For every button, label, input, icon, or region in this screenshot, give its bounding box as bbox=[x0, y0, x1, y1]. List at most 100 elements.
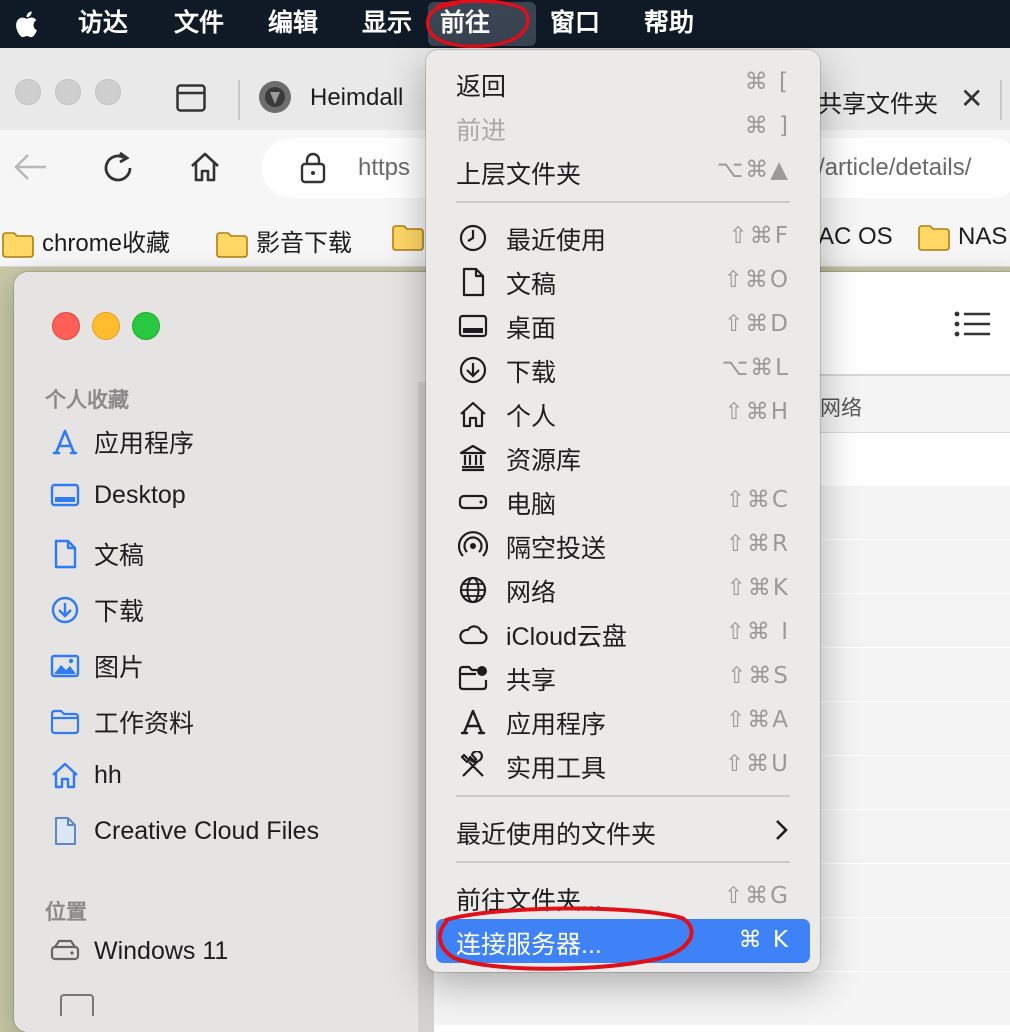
menu-item-shared[interactable]: 共享 ⇧⌘S bbox=[426, 655, 820, 699]
menu-file[interactable]: 文件 bbox=[162, 0, 236, 48]
shared-folder-icon bbox=[458, 665, 488, 691]
menu-item-shortcut: ⇧⌘H bbox=[724, 399, 790, 425]
menu-edit[interactable]: 编辑 bbox=[256, 0, 330, 48]
cloud-icon bbox=[459, 625, 488, 645]
zoom-button[interactable] bbox=[132, 312, 160, 340]
tab-divider bbox=[238, 80, 240, 120]
menu-item-label: 资源库 bbox=[506, 447, 582, 475]
menu-item-recent-folders[interactable]: 最近使用的文件夹 bbox=[426, 809, 820, 853]
menu-item-shortcut: ⌘ ] bbox=[744, 113, 790, 139]
sidebar-item-label: Desktop bbox=[94, 480, 186, 509]
tools-icon bbox=[460, 751, 484, 777]
menu-item-icloud[interactable]: iCloud云盘 ⇧⌘ I bbox=[426, 611, 820, 655]
sidebar-item-desktop[interactable]: Desktop bbox=[50, 480, 186, 516]
document-icon bbox=[462, 267, 485, 297]
menu-item-network[interactable]: 网络 ⇧⌘K bbox=[426, 567, 820, 611]
menu-item-utilities[interactable]: 实用工具 ⇧⌘U bbox=[426, 743, 820, 787]
home-icon[interactable] bbox=[188, 150, 222, 184]
bookmark-macos[interactable]: AC OS bbox=[818, 223, 893, 253]
menu-finder[interactable]: 访达 bbox=[66, 0, 140, 48]
column-header-label: 网络 bbox=[820, 397, 862, 420]
menu-item-enclosing-folder[interactable]: 上层文件夹 ⌥⌘▲ bbox=[426, 149, 820, 193]
menu-item-label: 应用程序 bbox=[506, 711, 607, 739]
sidebar-toggle-icon[interactable] bbox=[176, 84, 206, 112]
bookmark-label: AC OS bbox=[818, 223, 893, 250]
annotation-circle-go bbox=[425, 0, 530, 49]
tab-title[interactable]: Heimdall bbox=[310, 84, 403, 112]
document-icon bbox=[54, 539, 77, 569]
menu-item-label: 桌面 bbox=[506, 315, 557, 343]
menu-item-label: 实用工具 bbox=[506, 755, 607, 783]
menu-item-label: 电脑 bbox=[506, 491, 557, 519]
clock-icon bbox=[459, 224, 487, 252]
menu-separator bbox=[456, 861, 790, 863]
menu-item-shortcut: ⌥⌘▲ bbox=[716, 157, 790, 183]
browser-minimize-button[interactable] bbox=[55, 79, 81, 105]
menu-item-desktop[interactable]: 桌面 ⇧⌘D bbox=[426, 303, 820, 347]
minimize-button[interactable] bbox=[92, 312, 120, 340]
menu-item-label: iCloud云盘 bbox=[506, 623, 627, 651]
apple-logo-icon[interactable] bbox=[10, 6, 44, 42]
menu-item-recents[interactable]: 最近使用 ⇧⌘F bbox=[426, 215, 820, 259]
menu-bar: 访达 文件 编辑 显示 前往 窗口 帮助 bbox=[0, 0, 1010, 49]
menu-item-shortcut: ⌘ [ bbox=[744, 69, 790, 95]
menu-item-downloads[interactable]: 下载 ⌥⌘L bbox=[426, 347, 820, 391]
menu-item-home[interactable]: 个人 ⇧⌘H bbox=[426, 391, 820, 435]
sidebar-item-creative-cloud[interactable]: Creative Cloud Files bbox=[50, 816, 319, 852]
bookmark-nas[interactable]: NAS bbox=[918, 223, 1007, 253]
sidebar-item-windows11[interactable]: Windows 11 bbox=[50, 936, 228, 972]
menu-item-label: 隔空投送 bbox=[506, 535, 607, 563]
sidebar-item-documents[interactable]: 文稿 bbox=[50, 536, 144, 572]
tab-close-icon[interactable]: ✕ bbox=[960, 82, 983, 115]
folder-icon bbox=[918, 224, 950, 251]
menu-item-applications[interactable]: 应用程序 ⇧⌘A bbox=[426, 699, 820, 743]
list-view-icon[interactable] bbox=[954, 310, 992, 338]
menu-window[interactable]: 窗口 bbox=[538, 0, 612, 48]
download-icon bbox=[459, 356, 487, 384]
sidebar-item-applications[interactable]: 应用程序 bbox=[50, 424, 194, 460]
browser-zoom-button[interactable] bbox=[95, 79, 121, 105]
sidebar-item-work-files[interactable]: 工作资料 bbox=[50, 704, 194, 740]
menu-item-airdrop[interactable]: 隔空投送 ⇧⌘R bbox=[426, 523, 820, 567]
url-text-left: https bbox=[358, 154, 411, 181]
bookmark-media[interactable]: 影音下载 bbox=[216, 223, 352, 258]
menu-item-shortcut: ⇧⌘ I bbox=[725, 619, 790, 645]
locations-section-title: 位置 bbox=[45, 901, 87, 924]
sidebar-item-downloads[interactable]: 下载 bbox=[50, 592, 144, 628]
menu-item-shortcut: ⌘ K bbox=[738, 927, 790, 953]
menu-item-shortcut: ⇧⌘S bbox=[727, 663, 790, 689]
menu-item-label: 最近使用的文件夹 bbox=[456, 821, 657, 849]
back-arrow-icon[interactable] bbox=[12, 152, 48, 182]
menu-item-library[interactable]: 资源库 bbox=[426, 435, 820, 479]
home-icon bbox=[52, 763, 78, 789]
sidebar-item-label: 应用程序 bbox=[94, 430, 195, 458]
browser-close-button[interactable] bbox=[15, 79, 41, 105]
sidebar-item-label: Creative Cloud Files bbox=[94, 816, 320, 845]
close-button[interactable] bbox=[52, 312, 80, 340]
sidebar-item-home[interactable]: hh bbox=[50, 760, 122, 796]
reload-icon[interactable] bbox=[100, 150, 136, 186]
folder-icon bbox=[216, 231, 248, 258]
bookmark-label: 影音下载 bbox=[256, 230, 352, 257]
apps-icon bbox=[52, 429, 78, 455]
menu-help[interactable]: 帮助 bbox=[632, 0, 706, 48]
menu-item-shortcut: ⇧⌘G bbox=[723, 883, 790, 909]
menu-view[interactable]: 显示 bbox=[350, 0, 424, 48]
menu-item-documents[interactable]: 文稿 ⇧⌘O bbox=[426, 259, 820, 303]
bookmark-label: chrome收藏 bbox=[42, 230, 171, 257]
menu-item-back[interactable]: 返回 ⌘ [ bbox=[426, 61, 820, 105]
menu-item-label: 共享 bbox=[506, 667, 557, 695]
finder-sidebar: 个人收藏 应用程序 Desktop 文稿 下载 图片 工作资料 hh Creat… bbox=[14, 272, 434, 1032]
menu-item-computer[interactable]: 电脑 ⇧⌘C bbox=[426, 479, 820, 523]
download-icon bbox=[51, 596, 79, 624]
menu-item-shortcut: ⌥⌘L bbox=[721, 355, 790, 381]
sidebar-item-label: Windows 11 bbox=[94, 936, 229, 965]
sidebar-item-pictures[interactable]: 图片 bbox=[50, 648, 144, 684]
menu-item-label: 上层文件夹 bbox=[456, 161, 582, 189]
tab-title-right[interactable]: 共享文件夹 bbox=[818, 84, 938, 119]
globe-icon bbox=[459, 576, 487, 604]
lock-icon[interactable] bbox=[300, 152, 326, 184]
folder-icon bbox=[2, 231, 34, 258]
menu-item-label: 文稿 bbox=[506, 271, 557, 299]
bookmark-chrome[interactable]: chrome收藏 bbox=[2, 223, 170, 258]
